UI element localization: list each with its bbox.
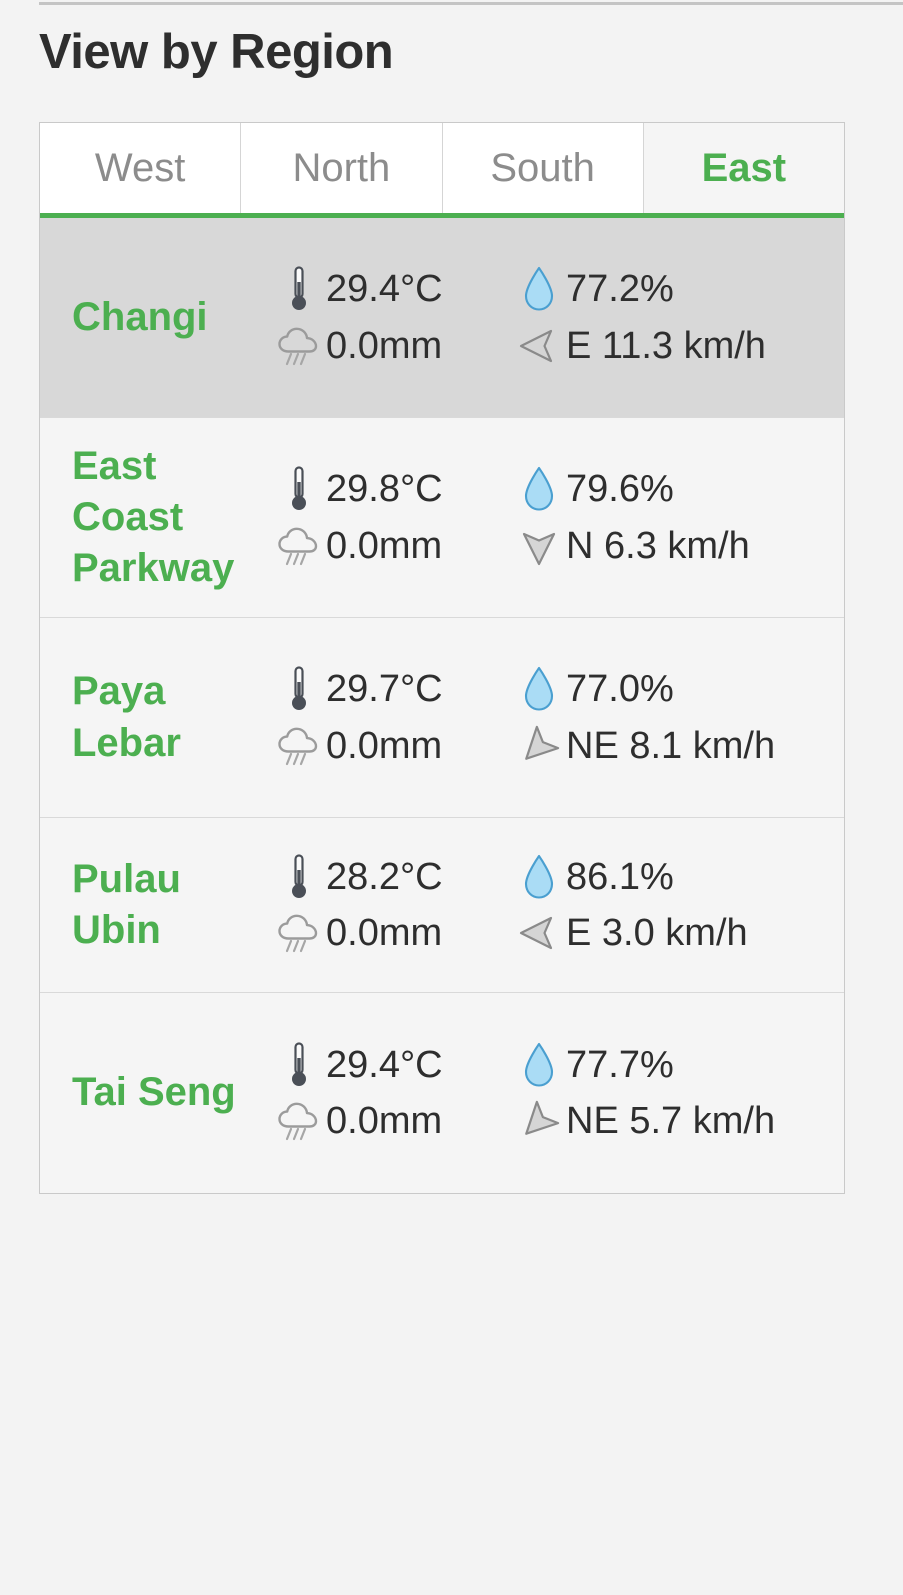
water-droplet-icon bbox=[512, 666, 566, 712]
region-tab-bar: West North South East bbox=[40, 123, 844, 218]
wind-metric: E 3.0 km/h bbox=[512, 910, 834, 956]
station-name: Paya Lebar bbox=[72, 669, 181, 765]
rainfall-value: 0.0mm bbox=[326, 324, 443, 367]
station-metrics-secondary: 86.1% E 3.0 km/h bbox=[512, 854, 844, 957]
humidity-metric: 79.6% bbox=[512, 466, 834, 512]
wind-metric: E 11.3 km/h bbox=[512, 323, 834, 369]
rain-cloud-icon bbox=[272, 726, 326, 766]
station-metrics-secondary: 77.0% NE 8.1 km/h bbox=[512, 666, 844, 769]
weather-region-page: View by Region West North South East Changi… bbox=[0, 0, 903, 1595]
region-panel: West North South East Changi 29.4°C 0.0mm 77.2… bbox=[39, 122, 845, 1194]
thermometer-icon bbox=[272, 666, 326, 712]
wind-value: NE 8.1 km/h bbox=[566, 724, 776, 767]
station-metrics-primary: 29.4°C 0.0mm bbox=[272, 266, 512, 369]
station-row[interactable]: Paya Lebar 29.7°C 0.0mm 77.0% NE 8.1 km/h bbox=[40, 618, 844, 818]
wind-metric: N 6.3 km/h bbox=[512, 523, 834, 569]
wind-value: E 3.0 km/h bbox=[566, 912, 748, 954]
wind-direction-arrow-icon bbox=[512, 1100, 566, 1141]
temperature-metric: 28.2°C bbox=[272, 854, 512, 900]
station-row[interactable]: Tai Seng 29.4°C 0.0mm 77.7% NE 5.7 km/h bbox=[40, 993, 844, 1193]
water-droplet-icon bbox=[512, 854, 566, 900]
rainfall-metric: 0.0mm bbox=[272, 910, 512, 956]
rainfall-metric: 0.0mm bbox=[272, 523, 512, 569]
temperature-value: 29.8°C bbox=[326, 468, 443, 511]
wind-direction-arrow-icon bbox=[512, 913, 566, 953]
temperature-metric: 29.4°C bbox=[272, 1042, 512, 1088]
station-row[interactable]: Pulau Ubin 28.2°C 0.0mm 86.1% E 3.0 km/h bbox=[40, 818, 844, 993]
rain-cloud-icon bbox=[272, 326, 326, 366]
water-droplet-icon bbox=[512, 1042, 566, 1088]
wind-value: N 6.3 km/h bbox=[566, 524, 750, 567]
rain-cloud-icon bbox=[272, 1101, 326, 1141]
humidity-value: 77.0% bbox=[566, 668, 674, 711]
wind-metric: NE 5.7 km/h bbox=[512, 1098, 834, 1144]
rainfall-metric: 0.0mm bbox=[272, 723, 512, 769]
station-metrics-primary: 28.2°C 0.0mm bbox=[272, 854, 512, 957]
station-row[interactable]: Changi 29.4°C 0.0mm 77.2% E 11.3 km/h bbox=[40, 218, 844, 418]
wind-metric: NE 8.1 km/h bbox=[512, 723, 834, 769]
rainfall-metric: 0.0mm bbox=[272, 323, 512, 369]
humidity-metric: 77.0% bbox=[512, 666, 834, 712]
water-droplet-icon bbox=[512, 466, 566, 512]
humidity-metric: 77.7% bbox=[512, 1042, 834, 1088]
wind-value: NE 5.7 km/h bbox=[566, 1100, 776, 1142]
page-title: View by Region bbox=[39, 25, 394, 79]
rainfall-value: 0.0mm bbox=[326, 912, 443, 954]
thermometer-icon bbox=[272, 266, 326, 312]
station-row[interactable]: East Coast Parkway 29.8°C 0.0mm 79.6% N 6.3 … bbox=[40, 418, 844, 618]
temperature-value: 28.2°C bbox=[326, 855, 443, 898]
station-metrics-secondary: 77.2% E 11.3 km/h bbox=[512, 266, 844, 369]
rain-cloud-icon bbox=[272, 913, 326, 953]
temperature-metric: 29.8°C bbox=[272, 466, 512, 512]
humidity-value: 77.2% bbox=[566, 268, 674, 311]
tab-east[interactable]: East bbox=[643, 123, 844, 213]
station-metrics-primary: 29.8°C 0.0mm bbox=[272, 466, 512, 569]
station-name: Pulau Ubin bbox=[72, 856, 181, 952]
station-metrics-primary: 29.7°C 0.0mm bbox=[272, 666, 512, 769]
wind-direction-arrow-icon bbox=[512, 725, 566, 766]
station-metrics-secondary: 77.7% NE 5.7 km/h bbox=[512, 1042, 844, 1145]
water-droplet-icon bbox=[512, 266, 566, 312]
station-name: Changi bbox=[72, 294, 208, 339]
thermometer-icon bbox=[272, 854, 326, 900]
humidity-metric: 77.2% bbox=[512, 266, 834, 312]
station-name: Tai Seng bbox=[72, 1070, 236, 1115]
temperature-value: 29.7°C bbox=[326, 668, 443, 711]
temperature-metric: 29.7°C bbox=[272, 666, 512, 712]
temperature-metric: 29.4°C bbox=[272, 266, 512, 312]
temperature-value: 29.4°C bbox=[326, 268, 443, 311]
station-name: East Coast Parkway bbox=[72, 443, 235, 591]
temperature-value: 29.4°C bbox=[326, 1043, 443, 1086]
thermometer-icon bbox=[272, 1042, 326, 1088]
tab-west[interactable]: West bbox=[40, 123, 242, 213]
wind-value: E 11.3 km/h bbox=[566, 324, 766, 367]
rainfall-value: 0.0mm bbox=[326, 1100, 443, 1142]
station-metrics-primary: 29.4°C 0.0mm bbox=[272, 1042, 512, 1145]
station-list: Changi 29.4°C 0.0mm 77.2% E 11.3 km/h East Co… bbox=[40, 218, 844, 1193]
tab-south[interactable]: South bbox=[442, 123, 644, 213]
rain-cloud-icon bbox=[272, 526, 326, 566]
humidity-value: 77.7% bbox=[566, 1043, 674, 1086]
rainfall-value: 0.0mm bbox=[326, 724, 443, 767]
humidity-metric: 86.1% bbox=[512, 854, 834, 900]
tab-north[interactable]: North bbox=[241, 123, 443, 213]
humidity-value: 86.1% bbox=[566, 855, 674, 898]
top-divider bbox=[39, 2, 903, 5]
wind-direction-arrow-icon bbox=[512, 526, 566, 566]
rainfall-metric: 0.0mm bbox=[272, 1098, 512, 1144]
humidity-value: 79.6% bbox=[566, 468, 674, 511]
rainfall-value: 0.0mm bbox=[326, 524, 443, 567]
thermometer-icon bbox=[272, 466, 326, 512]
wind-direction-arrow-icon bbox=[512, 326, 566, 366]
station-metrics-secondary: 79.6% N 6.3 km/h bbox=[512, 466, 844, 569]
